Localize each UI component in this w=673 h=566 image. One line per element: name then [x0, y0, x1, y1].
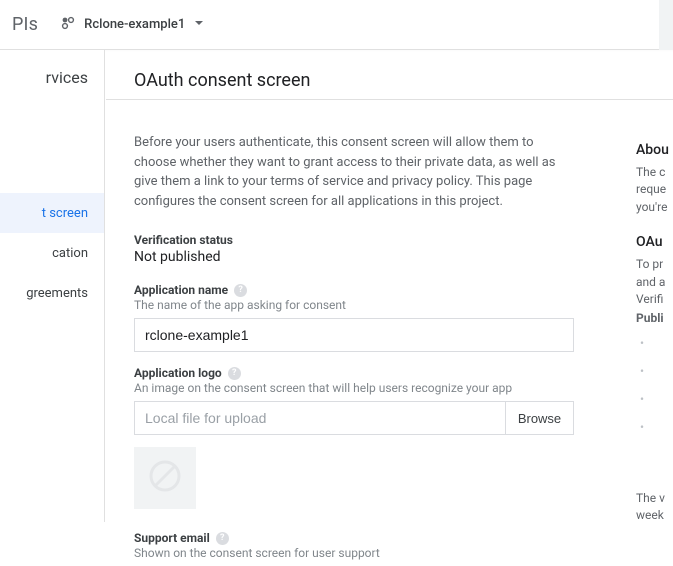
help-icon[interactable]: ? — [228, 367, 241, 380]
top-bar: PIs Rclone-example1 — [0, 0, 673, 50]
no-image-icon — [147, 458, 183, 498]
oauth-heading-fragment: OAu — [636, 234, 673, 250]
project-picker[interactable]: Rclone-example1 — [54, 11, 211, 39]
support-email-hint: Shown on the consent screen for user sup… — [134, 546, 574, 560]
product-title-fragment: PIs — [12, 14, 38, 35]
form-column: Before your users authenticate, this con… — [134, 133, 574, 566]
app-name-hint: The name of the app asking for consent — [134, 298, 574, 312]
app-logo-label: Application logo ? — [134, 366, 574, 380]
main: OAuth consent screen Before your users a… — [106, 50, 673, 522]
app-name-label: Application name ? — [134, 283, 574, 297]
help-icon[interactable]: ? — [234, 284, 247, 297]
info-panel: Abou The c reque you're OAu To pr and a … — [636, 142, 673, 543]
about-body-fragment: The c reque you're — [636, 164, 673, 216]
project-name: Rclone-example1 — [84, 17, 185, 32]
verification-status-label: Verification status — [134, 233, 574, 247]
app-name-input[interactable] — [134, 318, 574, 352]
project-dots-icon — [60, 15, 76, 35]
browse-button[interactable]: Browse — [505, 402, 573, 434]
about-heading-fragment: Abou — [636, 142, 673, 158]
info-bullet — [640, 420, 673, 448]
info-footer-fragment: The v — [636, 490, 673, 507]
intro-text: Before your users authenticate, this con… — [134, 133, 574, 211]
help-icon[interactable]: ? — [216, 532, 229, 545]
divider — [106, 99, 673, 100]
sidebar-item-label: greements — [26, 286, 88, 301]
sidebar-heading-fragment: rvices — [0, 64, 104, 103]
sidebar-item-agreements[interactable]: greements — [0, 273, 104, 313]
app-logo-file-row: Browse — [134, 401, 574, 435]
page-title: OAuth consent screen — [134, 70, 673, 91]
info-bullet — [640, 392, 673, 420]
sidebar-item-label: cation — [52, 246, 88, 261]
oauth-bold-fragment: Publi — [636, 310, 673, 327]
sidebar: rvices t screen cation greements — [0, 50, 105, 522]
search-area-fragment[interactable] — [659, 0, 673, 50]
info-bullets — [636, 336, 673, 448]
sidebar-item-consent-screen[interactable]: t screen — [0, 193, 104, 233]
info-bullet — [640, 336, 673, 364]
verification-status-value: Not published — [134, 249, 574, 265]
sidebar-item-label: t screen — [42, 206, 88, 221]
info-bullet — [640, 364, 673, 392]
app-logo-hint: An image on the consent screen that will… — [134, 381, 574, 395]
app-logo-file-input[interactable] — [135, 402, 505, 434]
oauth-body-fragment: To pr and a Verifi — [636, 256, 673, 308]
support-email-label: Support email ? — [134, 531, 574, 545]
sidebar-item-verification[interactable]: cation — [0, 233, 104, 273]
caret-down-icon — [193, 17, 205, 33]
logo-placeholder — [134, 447, 196, 509]
